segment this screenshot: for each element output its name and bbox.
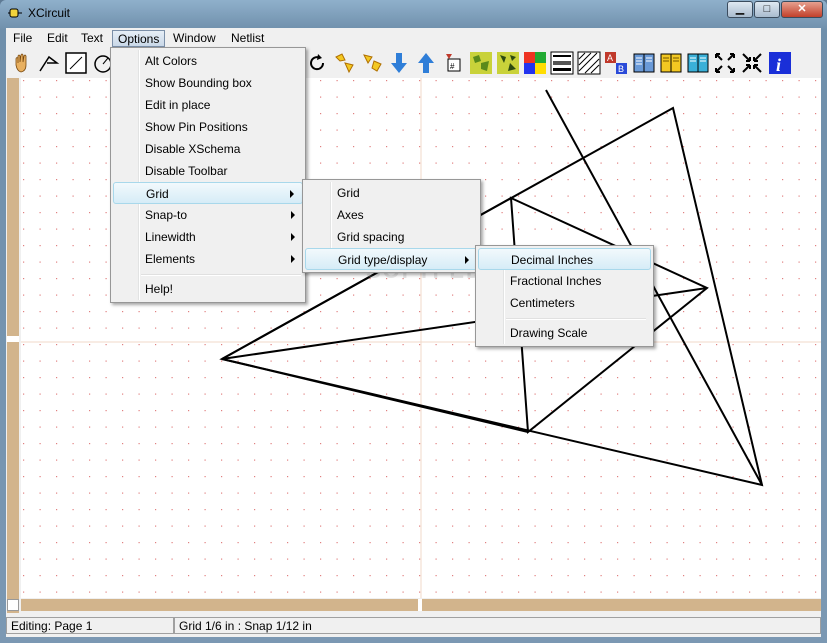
app-icon	[8, 8, 22, 18]
menu-item-label: Elements	[145, 252, 196, 266]
title-bar[interactable]: XCircuit ▁ □ ✕	[0, 0, 827, 28]
horizontal-scrollbar[interactable]	[21, 599, 821, 611]
horizontal-scroll-thumb[interactable]	[418, 599, 422, 611]
menu-item-help[interactable]: Help!	[113, 278, 303, 300]
menu-item-edit-in-place[interactable]: Edit in place	[113, 94, 303, 116]
move-up-icon[interactable]	[414, 51, 438, 75]
menu-window[interactable]: Window	[168, 30, 221, 47]
menu-item-label: Help!	[145, 282, 174, 296]
close-icon: ✕	[797, 3, 807, 15]
menu-item-label: Decimal Inches	[511, 253, 594, 267]
close-button[interactable]: ✕	[781, 1, 823, 18]
status-bar: Editing: Page 1 Grid 1/6 in : Snap 1/12 …	[6, 615, 821, 635]
menu-item-label: Linewidth	[145, 230, 196, 244]
rotate-icon[interactable]	[305, 51, 329, 75]
vertical-scrollbar[interactable]	[7, 78, 19, 613]
submenu-arrow-icon	[465, 256, 469, 264]
menu-separator	[141, 274, 301, 276]
options-menu: Alt Colors Show Bounding box Edit in pla…	[110, 47, 306, 303]
vertical-scroll-thumb[interactable]	[7, 336, 19, 342]
menu-item-label: Fractional Inches	[510, 274, 602, 288]
status-page: Editing: Page 1	[6, 617, 174, 634]
menu-item-grid-toggle[interactable]: Grid	[305, 182, 478, 204]
pages-icon[interactable]	[632, 51, 656, 75]
minimize-button[interactable]: ▁	[727, 1, 753, 18]
join-icon[interactable]	[496, 51, 520, 75]
box-icon[interactable]	[64, 51, 88, 75]
menu-options[interactable]: Options	[112, 30, 166, 47]
menu-item-label: Snap-to	[145, 208, 188, 222]
maximize-icon: □	[763, 3, 771, 15]
menu-item-label: Show Bounding box	[145, 76, 252, 90]
menu-netlist[interactable]: Netlist	[226, 30, 269, 47]
menu-item-snap-to[interactable]: Snap-to	[113, 204, 303, 226]
menu-item-label: Disable Toolbar	[145, 164, 228, 178]
menu-item-drawing-scale[interactable]: Drawing Scale	[478, 322, 651, 344]
grid-type-submenu: Decimal Inches Fractional Inches Centime…	[475, 245, 654, 347]
menu-item-label: Centimeters	[510, 296, 575, 310]
minimize-icon: ▁	[735, 3, 745, 15]
menu-item-elements[interactable]: Elements	[113, 248, 303, 270]
stipple-icon[interactable]	[577, 51, 601, 75]
grid-submenu: Grid Axes Grid spacing Grid type/display	[302, 179, 481, 273]
menu-item-grid-type-display[interactable]: Grid type/display	[305, 248, 478, 270]
hand-pan-icon[interactable]	[10, 51, 34, 75]
scroll-corner	[7, 599, 19, 611]
menu-edit[interactable]: Edit	[42, 30, 73, 47]
menu-separator	[506, 318, 646, 320]
menu-item-grid-spacing[interactable]: Grid spacing	[305, 226, 478, 248]
menu-item-centimeters[interactable]: Centimeters	[478, 292, 651, 314]
svg-text:#: #	[450, 62, 455, 71]
help-info-icon[interactable]: i	[768, 51, 792, 75]
color-icon[interactable]	[523, 51, 547, 75]
menu-item-label: Show Pin Positions	[145, 120, 248, 134]
menu-item-axes[interactable]: Axes	[305, 204, 478, 226]
menu-item-label: Grid type/display	[338, 253, 428, 267]
menu-text[interactable]: Text	[76, 30, 108, 47]
maximize-button[interactable]: □	[754, 1, 780, 18]
menu-item-disable-toolbar[interactable]: Disable Toolbar	[113, 160, 303, 182]
menu-bar: File Edit Text Options Window Netlist	[6, 28, 821, 48]
status-grid: Grid 1/6 in : Snap 1/12 in	[174, 617, 821, 634]
menu-item-linewidth[interactable]: Linewidth	[113, 226, 303, 248]
menu-item-decimal-inches[interactable]: Decimal Inches	[478, 248, 651, 270]
menu-item-label: Grid	[146, 187, 169, 201]
flip-vertical-icon[interactable]	[360, 51, 384, 75]
svg-text:A: A	[607, 53, 613, 63]
submenu-arrow-icon	[291, 211, 295, 219]
menu-item-disable-xschema[interactable]: Disable XSchema	[113, 138, 303, 160]
flip-horizontal-icon[interactable]	[333, 51, 357, 75]
page-select-icon[interactable]	[659, 51, 683, 75]
menu-item-show-pin-positions[interactable]: Show Pin Positions	[113, 116, 303, 138]
make-object-icon[interactable]	[469, 51, 493, 75]
move-down-icon[interactable]	[387, 51, 411, 75]
text-style-icon[interactable]: AB	[604, 51, 628, 75]
fill-icon[interactable]	[550, 51, 574, 75]
submenu-arrow-icon	[291, 233, 295, 241]
window-title: XCircuit	[28, 6, 71, 20]
library-select-icon[interactable]	[686, 51, 710, 75]
menu-item-label: Disable XSchema	[145, 142, 241, 156]
svg-text:B: B	[618, 64, 624, 74]
menu-file[interactable]: File	[8, 30, 37, 47]
menu-item-grid[interactable]: Grid	[113, 182, 303, 204]
menu-item-label: Axes	[337, 208, 364, 222]
menu-item-label: Edit in place	[145, 98, 211, 112]
library-icon[interactable]: #	[442, 51, 466, 75]
menu-item-show-bounding-box[interactable]: Show Bounding box	[113, 72, 303, 94]
submenu-arrow-icon	[291, 255, 295, 263]
zoom-out-icon[interactable]	[713, 51, 737, 75]
zoom-in-icon[interactable]	[740, 51, 764, 75]
svg-text:i: i	[776, 55, 781, 75]
menu-item-label: Alt Colors	[145, 54, 198, 68]
wire-icon[interactable]	[37, 51, 61, 75]
menu-item-label: Grid	[337, 186, 360, 200]
menu-item-alt-colors[interactable]: Alt Colors	[113, 50, 303, 72]
submenu-arrow-icon	[290, 190, 294, 198]
menu-item-label: Grid spacing	[337, 230, 405, 244]
menu-item-fractional-inches[interactable]: Fractional Inches	[478, 270, 651, 292]
menu-item-label: Drawing Scale	[510, 326, 588, 340]
